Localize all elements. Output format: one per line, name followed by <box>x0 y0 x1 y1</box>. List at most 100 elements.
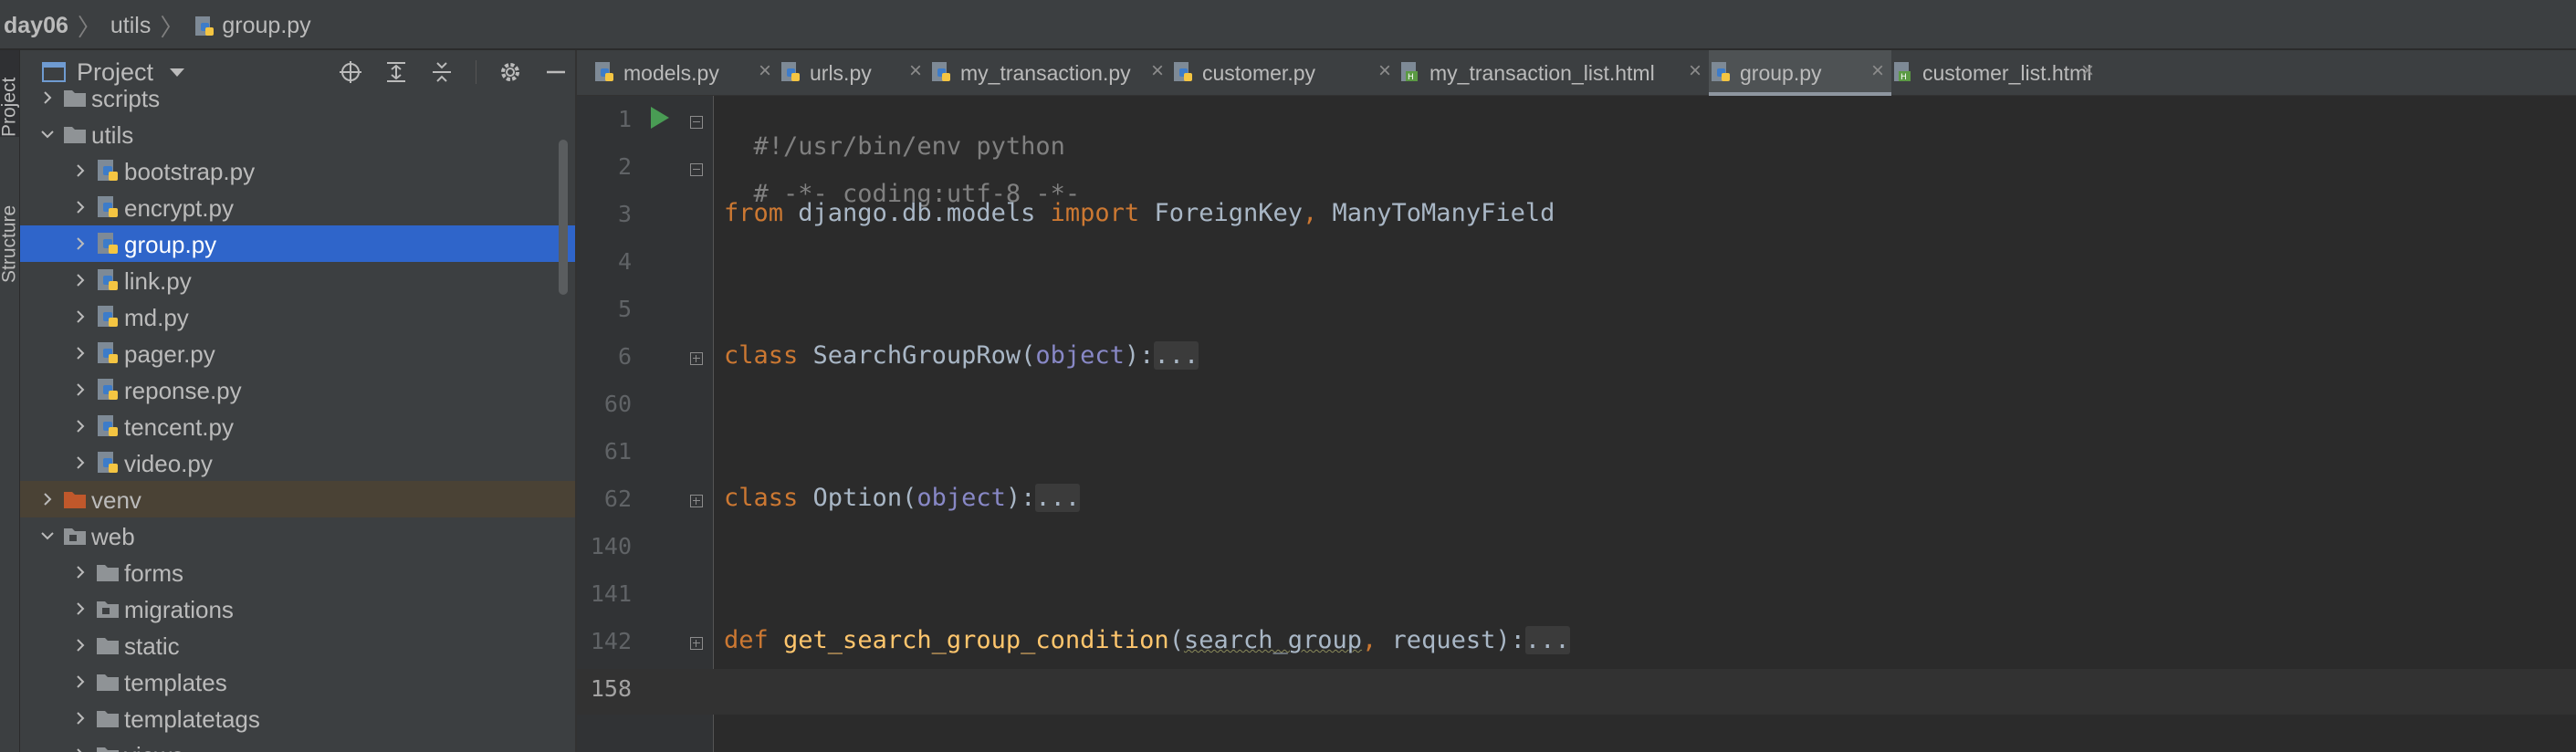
line-number: 5 <box>617 296 632 322</box>
project-tool-tab[interactable]: Project <box>0 50 20 137</box>
line-number: 2 <box>617 153 632 180</box>
line-number: 158 <box>590 675 632 702</box>
close-icon[interactable]: × <box>909 58 922 84</box>
python-file-icon <box>1171 60 1195 84</box>
keyword-import: import <box>1050 199 1140 227</box>
line-number: 6 <box>617 343 632 370</box>
python-file-icon <box>95 231 120 256</box>
tree-item-label: views <box>124 742 183 752</box>
tree-item[interactable]: link.py <box>20 262 575 298</box>
run-icon[interactable] <box>651 107 669 129</box>
close-icon[interactable]: × <box>1871 58 1884 84</box>
chevron-right-icon[interactable] <box>71 417 89 435</box>
python-file-icon <box>95 377 120 402</box>
folded-block[interactable]: ... <box>1524 626 1570 654</box>
chevron-right-icon: 〉 <box>77 14 101 41</box>
tree-scrollbar[interactable] <box>559 140 568 295</box>
tree-item[interactable]: group.py <box>20 225 575 262</box>
editor-tab[interactable]: customer.py × <box>1171 50 1398 96</box>
tree-item[interactable]: templatetags <box>20 700 575 736</box>
tree-item[interactable]: utils <box>20 116 575 152</box>
chevron-right-icon[interactable] <box>71 600 89 618</box>
chevron-right-icon[interactable] <box>71 673 89 691</box>
editor-tab[interactable]: group.py × <box>1709 50 1891 96</box>
folded-block[interactable]: ... <box>1035 484 1081 512</box>
chevron-right-icon[interactable] <box>71 271 89 289</box>
code-line-62: class Option(object):... <box>724 484 1081 512</box>
editor-tab[interactable]: urls.py × <box>779 50 929 96</box>
structure-tool-tab[interactable]: Structure <box>0 192 20 283</box>
expand-fold-icon[interactable] <box>690 495 703 507</box>
breadcrumb-folder[interactable]: utils <box>110 13 151 39</box>
breadcrumb-file-label: group.py <box>222 13 311 38</box>
chevron-right-icon[interactable] <box>71 636 89 654</box>
expand-fold-icon[interactable] <box>690 637 703 650</box>
editor-tab-bar: models.py × urls.py × my_transaction.py × cust… <box>577 50 2576 96</box>
close-icon[interactable]: × <box>1378 58 1391 84</box>
tree-item[interactable]: views <box>20 736 575 752</box>
tree-item-label: link.py <box>124 267 192 295</box>
line-number: 4 <box>617 248 632 275</box>
chevron-right-icon[interactable] <box>71 454 89 472</box>
tree-item[interactable]: migrations <box>20 590 575 627</box>
expand-fold-icon[interactable] <box>690 352 703 365</box>
chevron-right-icon[interactable] <box>71 308 89 326</box>
builtin-object: object <box>916 484 1006 512</box>
chevron-right-icon[interactable] <box>71 746 89 752</box>
folder-icon <box>95 742 120 752</box>
python-file-icon <box>592 60 616 84</box>
folder-icon <box>62 85 88 110</box>
tree-item[interactable]: encrypt.py <box>20 189 575 225</box>
tree-item[interactable]: venv <box>20 481 575 517</box>
chevron-right-icon[interactable] <box>38 490 57 508</box>
comma: , <box>1362 626 1377 654</box>
class-close: ): <box>1124 341 1155 370</box>
tree-item[interactable]: bootstrap.py <box>20 152 575 189</box>
chevron-right-icon[interactable] <box>71 162 89 180</box>
tree-item[interactable]: web <box>20 517 575 554</box>
svg-text:H: H <box>1408 73 1414 82</box>
tree-item[interactable]: video.py <box>20 444 575 481</box>
tree-item-label: md.py <box>124 304 189 331</box>
code-line-6: class SearchGroupRow(object):... <box>724 341 1199 370</box>
chevron-right-icon[interactable] <box>71 235 89 253</box>
editor-tab[interactable]: Hmy_transaction_list.html × <box>1398 50 1709 96</box>
class-name: Option( <box>798 484 917 512</box>
chevron-right-icon[interactable] <box>38 89 57 107</box>
breadcrumb-project[interactable]: day06 <box>4 13 68 39</box>
breadcrumb-file[interactable]: group.py <box>193 13 311 39</box>
chevron-right-icon[interactable] <box>71 344 89 362</box>
tree-item[interactable]: scripts <box>20 79 575 116</box>
chevron-down-icon[interactable] <box>38 527 57 545</box>
close-icon[interactable]: × <box>759 58 771 84</box>
editor-tab[interactable]: my_transaction.py × <box>929 50 1171 96</box>
close-icon[interactable]: × <box>1151 58 1164 84</box>
fold-marker-icon[interactable] <box>690 116 703 129</box>
close-icon[interactable]: × <box>2081 58 2094 84</box>
chevron-right-icon[interactable] <box>71 381 89 399</box>
line-number: 141 <box>590 580 632 607</box>
chevron-right-icon[interactable] <box>71 563 89 581</box>
folded-block[interactable]: ... <box>1154 341 1199 370</box>
tree-item[interactable]: reponse.py <box>20 371 575 408</box>
chevron-right-icon[interactable] <box>71 709 89 727</box>
module-folder-icon <box>62 523 88 548</box>
breadcrumb-folder-label: utils <box>110 13 152 38</box>
tree-item[interactable]: pager.py <box>20 335 575 371</box>
left-tool-strip <box>0 50 20 752</box>
tree-item[interactable]: static <box>20 627 575 663</box>
tree-item[interactable]: md.py <box>20 298 575 335</box>
editor-tab[interactable]: models.py × <box>592 50 779 96</box>
keyword-from: from <box>724 199 784 227</box>
structure-tool-tab-label: Structure <box>0 204 20 283</box>
line-number: 140 <box>590 533 632 559</box>
chevron-right-icon[interactable] <box>71 198 89 216</box>
close-icon[interactable]: × <box>1689 58 1702 84</box>
tree-item[interactable]: forms <box>20 554 575 590</box>
chevron-down-icon[interactable] <box>38 125 57 143</box>
folder-icon <box>95 559 120 585</box>
tree-item[interactable]: templates <box>20 663 575 700</box>
tree-item[interactable]: tencent.py <box>20 408 575 444</box>
editor-tab[interactable]: Hcustomer_list.html × <box>1891 50 2101 96</box>
fold-marker-icon[interactable] <box>690 163 703 176</box>
